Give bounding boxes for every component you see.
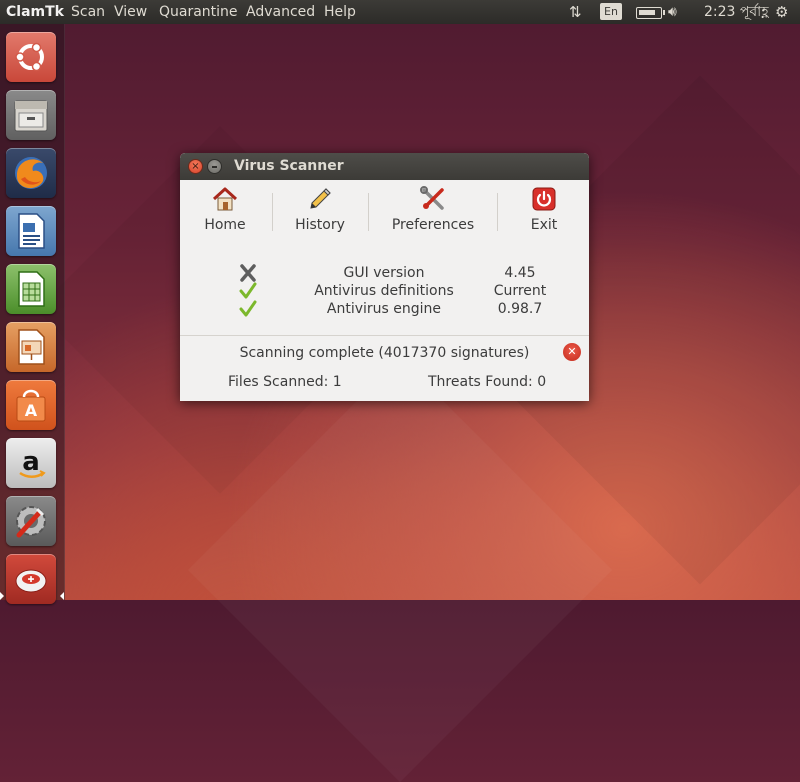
status-row-antivirus-engine: Antivirus engine 0.98.7 [180,300,589,318]
history-button[interactable]: History [288,186,352,233]
menu-advanced[interactable]: Advanced [246,3,315,21]
launcher: A a ✚ [0,24,65,604]
status-row-antivirus-definitions: Antivirus definitions Current [180,282,589,300]
status-value: 4.45 [504,265,536,281]
software-center-icon[interactable]: A [6,380,56,430]
svg-text:✚: ✚ [28,575,35,584]
window-minimize-button[interactable] [207,159,222,174]
status-label: GUI version [343,265,425,281]
checkmark-icon [239,282,257,299]
libreoffice-calc-icon[interactable] [6,264,56,314]
virus-scanner-window: × Virus Scanner Home History Preferences [180,153,589,401]
ubuntu-dash-icon[interactable] [6,32,56,82]
home-label: Home [204,217,246,233]
scan-results-panel: Scanning complete (4017370 signatures) ✕… [180,336,589,401]
threats-found-text: Threats Found: 0 [428,374,547,390]
active-launcher-indicator [0,592,4,600]
clamtk-icon[interactable]: ✚ [6,554,56,604]
svg-text:A: A [25,401,38,420]
libreoffice-writer-icon[interactable] [6,206,56,256]
top-panel: ClamTk Scan View Quarantine Advanced Hel… [0,0,800,24]
x-icon [240,264,256,282]
menu-quarantine[interactable]: Quarantine [159,3,238,21]
history-label: History [295,217,345,233]
menu-view[interactable]: View [114,3,147,21]
status-row-gui-version: GUI version 4.45 [180,264,589,282]
home-icon [212,187,238,211]
app-name-menu[interactable]: ClamTk [6,3,64,21]
files-icon[interactable] [6,90,56,140]
network-updown-icon[interactable]: ⇅ [569,3,582,21]
menu-scan[interactable]: Scan [71,3,105,21]
clock[interactable]: 2:23 পূর্বাহ্ণ [704,3,769,21]
amazon-icon[interactable]: a [6,438,56,488]
toolbar-separator [272,193,273,231]
preferences-label: Preferences [391,217,475,233]
pencil-icon [310,188,331,209]
focused-launcher-indicator [60,592,64,600]
menu-help[interactable]: Help [324,3,356,21]
keyboard-layout-indicator[interactable]: En [600,3,622,20]
status-value: 0.98.7 [497,301,543,317]
toolbar-separator [368,193,369,231]
exit-button[interactable]: Exit [520,186,568,233]
checkmark-icon [239,300,257,317]
status-label: Antivirus engine [326,301,442,317]
close-results-icon[interactable]: ✕ [563,343,581,361]
window-close-button[interactable]: × [188,159,203,174]
power-icon [532,187,556,211]
gear-icon[interactable]: ⚙ [775,3,788,21]
preferences-button[interactable]: Preferences [386,186,480,233]
scan-status-text: Scanning complete (4017370 signatures) [239,345,530,361]
battery-icon[interactable] [636,7,665,19]
toolbar-separator [497,193,498,231]
libreoffice-impress-icon[interactable] [6,322,56,372]
home-button[interactable]: Home [198,186,252,233]
tools-icon [420,186,444,210]
firefox-icon[interactable] [6,148,56,198]
system-settings-icon[interactable] [6,496,56,546]
svg-text:a: a [22,447,40,477]
status-label: Antivirus definitions [314,283,454,299]
exit-label: Exit [530,217,558,233]
window-title: Virus Scanner [234,158,344,174]
status-value: Current [493,283,547,299]
volume-icon[interactable]: 🔊︎ [668,3,677,21]
window-titlebar[interactable]: × Virus Scanner [180,153,589,180]
files-scanned-text: Files Scanned: 1 [228,374,342,390]
